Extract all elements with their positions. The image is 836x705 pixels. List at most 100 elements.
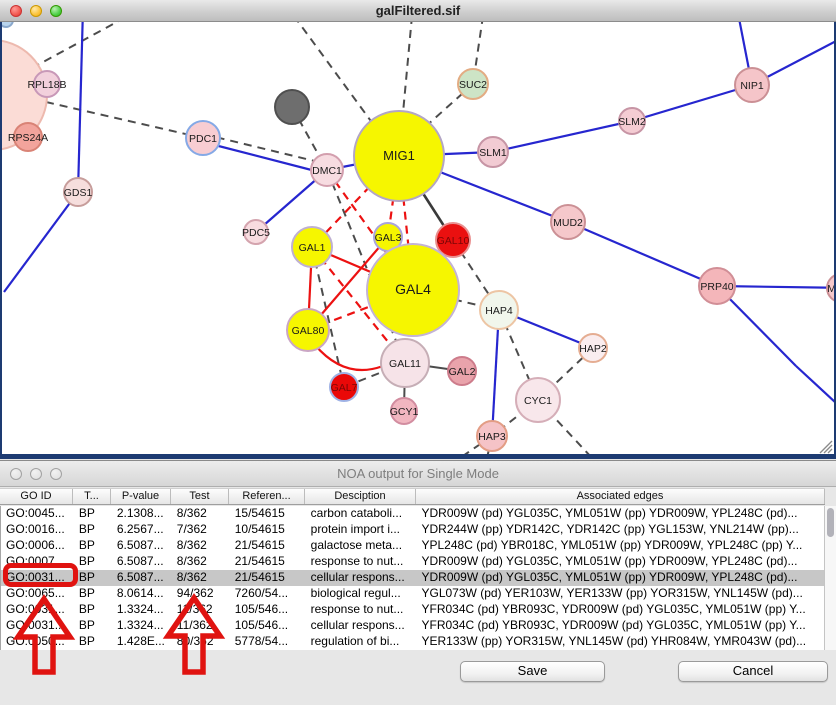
table-cell[interactable]: 21/54615 <box>230 570 306 586</box>
resize-grip[interactable] <box>820 441 832 453</box>
scrollbar-thumb[interactable] <box>827 508 834 537</box>
table-cell[interactable]: 8/362 <box>172 554 230 570</box>
table-cell[interactable]: GO:0050... <box>1 634 74 650</box>
table-cell[interactable]: 6.2567... <box>112 522 172 538</box>
table-cell[interactable]: GO:0045... <box>1 506 74 522</box>
network-canvas[interactable]: RPL18BRPS24AGDS1PDC1DMC1MIG1SUC2SLM1SLM2… <box>0 22 836 459</box>
table-cell[interactable]: 21/54615 <box>230 538 306 554</box>
table-cell[interactable]: 11/362 <box>172 618 230 634</box>
table-cell[interactable]: biological regul... <box>306 586 417 602</box>
table-cell[interactable]: 7/362 <box>172 522 230 538</box>
table-cell[interactable]: protein import i... <box>306 522 417 538</box>
table-cell[interactable]: BP <box>74 506 112 522</box>
edge-curved <box>315 345 383 370</box>
table-cell[interactable]: 8/362 <box>172 506 230 522</box>
table-cell[interactable]: 7260/54... <box>230 586 306 602</box>
table-cell[interactable]: 105/546... <box>230 602 306 618</box>
table-cell[interactable]: 105/546... <box>230 618 306 634</box>
node-label-GCY1: GCY1 <box>390 406 419 418</box>
node-label-GAL4: GAL4 <box>395 281 431 297</box>
column-header-2[interactable]: P-value <box>111 489 171 504</box>
nodes-layer: RPL18BRPS24AGDS1PDC1DMC1MIG1SUC2SLM1SLM2… <box>2 22 834 451</box>
table-cell[interactable]: cellular respons... <box>306 618 417 634</box>
table-cell[interactable]: GO:0007... <box>1 554 74 570</box>
table-cell[interactable]: 80/362 <box>172 634 230 650</box>
node-gray-node[interactable] <box>275 90 309 124</box>
table-header[interactable]: GO IDT...P-valueTestReferen...Desciption… <box>0 488 825 505</box>
table-cell[interactable]: 8.0614... <box>112 586 172 602</box>
table-cell[interactable]: YDR009W (pd) YGL035C, YML051W (pp) YDR00… <box>417 506 825 522</box>
network-window-titlebar[interactable]: galFiltered.sif <box>0 0 836 22</box>
node-label-MIG1: MIG1 <box>383 148 415 163</box>
save-button[interactable]: Save <box>460 661 605 682</box>
table-cell[interactable]: cellular respons... <box>306 570 417 586</box>
table-cell[interactable]: BP <box>74 554 112 570</box>
scrollbar[interactable] <box>824 506 836 650</box>
table-cell[interactable]: 15/54615 <box>230 506 306 522</box>
column-header-0[interactable]: GO ID <box>0 489 73 504</box>
table-cell[interactable]: BP <box>74 634 112 650</box>
table-cell[interactable]: 6.5087... <box>112 554 172 570</box>
table-cell[interactable]: 8/362 <box>172 538 230 554</box>
table-cell[interactable]: 6.5087... <box>112 570 172 586</box>
table-row[interactable]: GO:0065...BP8.0614...94/3627260/54...bio… <box>1 586 825 602</box>
table-cell[interactable]: carbon cataboli... <box>306 506 417 522</box>
table-cell[interactable]: 21/54615 <box>230 554 306 570</box>
table-cell[interactable]: GO:0031... <box>1 570 74 586</box>
noa-window-titlebar[interactable]: NOA output for Single Mode <box>0 461 836 487</box>
table-row[interactable]: GO:0031...BP1.3324...11/362105/546...res… <box>1 602 825 618</box>
table-cell[interactable]: YPL248C (pd) YBR018C, YML051W (pp) YDR00… <box>417 538 825 554</box>
table-row[interactable]: GO:0050...BP1.428E...80/3625778/54...reg… <box>1 634 825 650</box>
table-cell[interactable]: YER133W (pp) YOR315W, YNL145W (pd) YHR08… <box>417 634 825 650</box>
column-header-4[interactable]: Referen... <box>229 489 305 504</box>
edge <box>4 192 78 292</box>
column-header-1[interactable]: T... <box>73 489 111 504</box>
table-cell[interactable]: GO:0006... <box>1 538 74 554</box>
column-header-5[interactable]: Desciption <box>305 489 416 504</box>
table-cell[interactable]: 8/362 <box>172 570 230 586</box>
node-label-MSL1: MSL1 <box>827 283 834 295</box>
table-cell[interactable]: response to nut... <box>306 602 417 618</box>
table-row[interactable]: GO:0006...BP6.5087...8/36221/54615galact… <box>1 538 825 554</box>
table-cell[interactable]: 5778/54... <box>230 634 306 650</box>
table-row[interactable]: GO:0016...BP6.2567...7/36210/54615protei… <box>1 522 825 538</box>
edge <box>568 222 717 286</box>
table-cell[interactable]: 1.3324... <box>112 618 172 634</box>
table-cell[interactable]: YFR034C (pd) YBR093C, YDR009W (pd) YGL03… <box>417 602 825 618</box>
table-cell[interactable]: BP <box>74 538 112 554</box>
table-cell[interactable]: GO:0031... <box>1 602 74 618</box>
node-top-dot[interactable] <box>2 22 13 27</box>
table-cell[interactable]: GO:0016... <box>1 522 74 538</box>
table-cell[interactable]: 1.3324... <box>112 602 172 618</box>
column-header-3[interactable]: Test <box>171 489 229 504</box>
table-cell[interactable]: YDR009W (pd) YGL035C, YML051W (pp) YDR00… <box>417 570 825 586</box>
table-cell[interactable]: BP <box>74 586 112 602</box>
node-label-HAP3: HAP3 <box>478 431 506 443</box>
table-cell[interactable]: 10/54615 <box>230 522 306 538</box>
table-cell[interactable]: YDR009W (pd) YGL035C, YML051W (pp) YDR00… <box>417 554 825 570</box>
table-cell[interactable]: regulation of bi... <box>306 634 417 650</box>
table-row[interactable]: GO:0045...BP2.1308...8/36215/54615carbon… <box>1 506 825 522</box>
cancel-button[interactable]: Cancel <box>678 661 828 682</box>
table-cell[interactable]: 1.428E... <box>112 634 172 650</box>
table-cell[interactable]: YFR034C (pd) YBR093C, YDR009W (pd) YGL03… <box>417 618 825 634</box>
table-row[interactable]: GO:0007...BP6.5087...8/36221/54615respon… <box>1 554 825 570</box>
table-cell[interactable]: 11/362 <box>172 602 230 618</box>
table-cell[interactable]: YDR244W (pp) YDR142C, YDR142C (pp) YGL15… <box>417 522 825 538</box>
table-cell[interactable]: 94/362 <box>172 586 230 602</box>
table-cell[interactable]: BP <box>74 570 112 586</box>
table-cell[interactable]: BP <box>74 602 112 618</box>
table-cell[interactable]: GO:0065... <box>1 586 74 602</box>
table-row[interactable]: GO:0031...BP6.5087...8/36221/54615cellul… <box>1 570 825 586</box>
table-cell[interactable]: BP <box>74 522 112 538</box>
table-cell[interactable]: GO:0031... <box>1 618 74 634</box>
column-header-6[interactable]: Associated edges <box>416 489 825 504</box>
table-cell[interactable]: 6.5087... <box>112 538 172 554</box>
table-cell[interactable]: 2.1308... <box>112 506 172 522</box>
table-cell[interactable]: galactose meta... <box>306 538 417 554</box>
node-label-GDS1: GDS1 <box>64 187 93 199</box>
table-row[interactable]: GO:0031...BP1.3324...11/362105/546...cel… <box>1 618 825 634</box>
table-cell[interactable]: YGL073W (pd) YER103W, YER133W (pp) YOR31… <box>417 586 825 602</box>
table-cell[interactable]: response to nut... <box>306 554 417 570</box>
table-cell[interactable]: BP <box>74 618 112 634</box>
